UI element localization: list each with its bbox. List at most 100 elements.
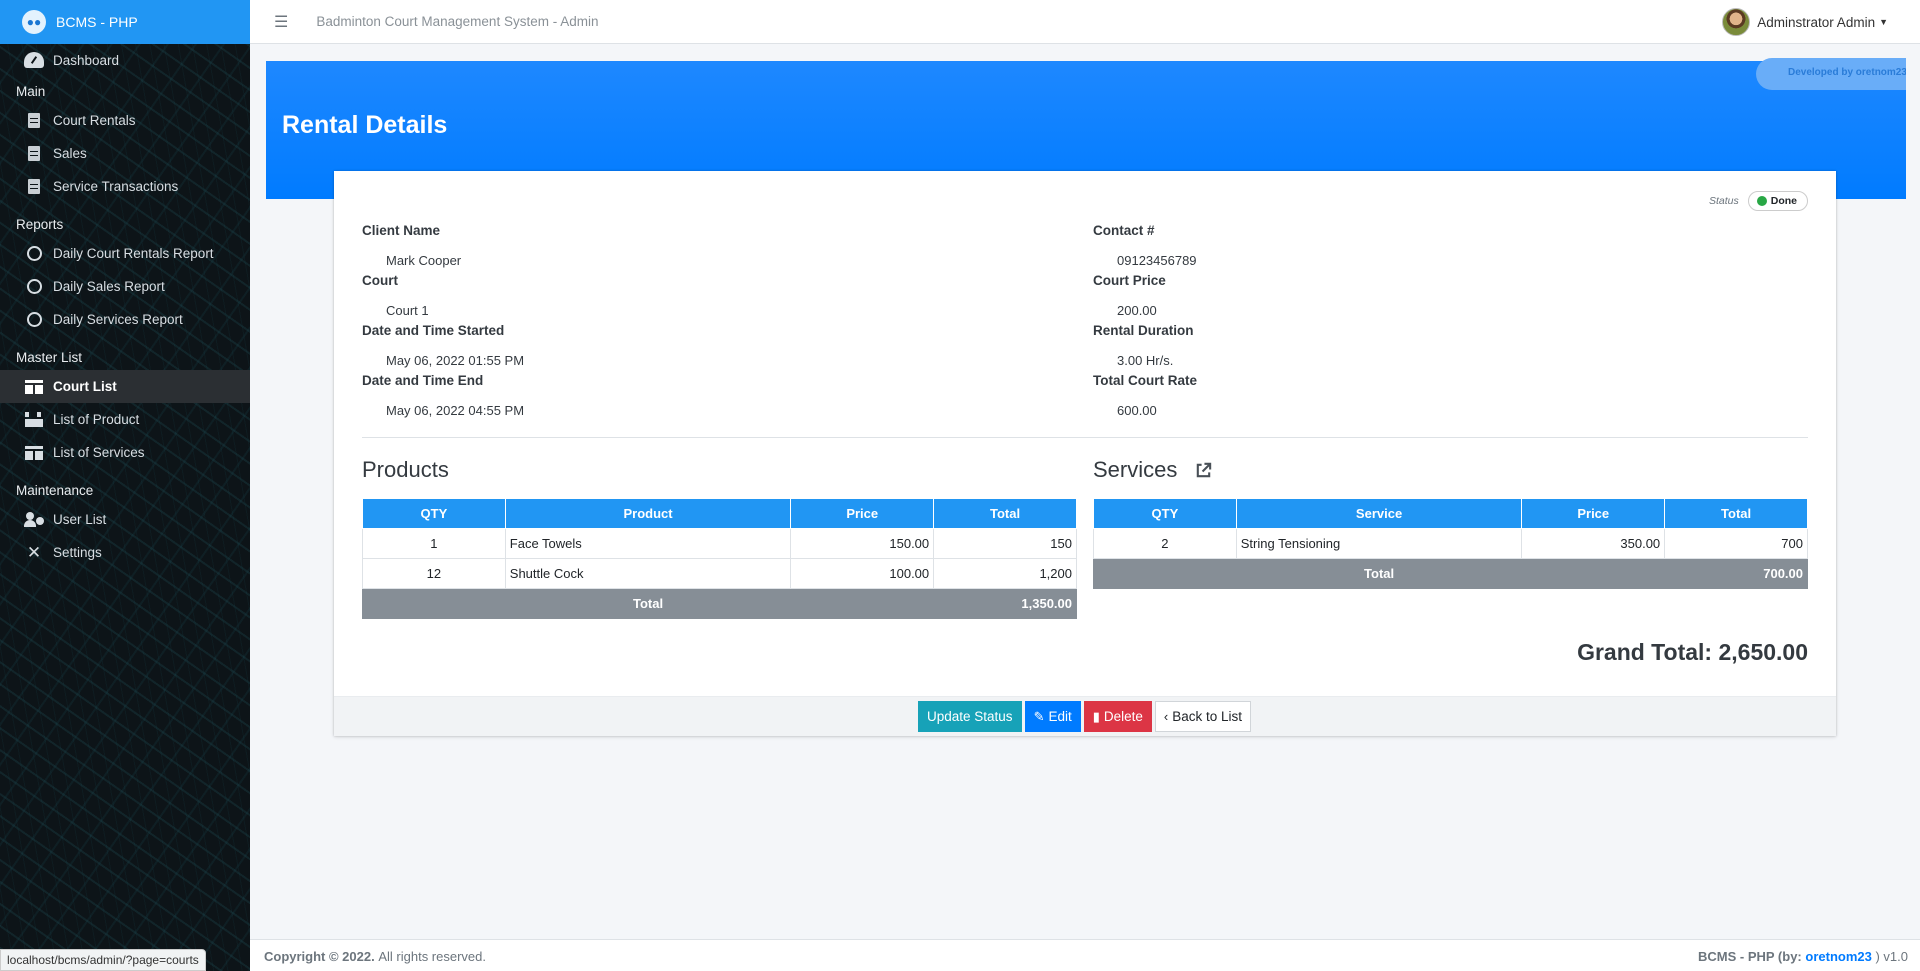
price-cell: 100.00 — [790, 558, 935, 589]
sidebar-item-list-of-product[interactable]: List of Product — [0, 403, 250, 436]
edit-label: Edit — [1048, 709, 1072, 724]
brand-logo-icon: ●● — [22, 10, 46, 34]
sidebar-item-label: Daily Court Rentals Report — [53, 246, 214, 261]
rights-text: All rights reserved. — [378, 949, 486, 964]
page-footer: Copyright © 2022. All rights reserved. B… — [250, 939, 1920, 971]
court-price-value: 200.00 — [1117, 303, 1157, 318]
total-cell: 700 — [1664, 528, 1808, 559]
column-header: Price — [790, 498, 935, 529]
brand-link[interactable]: ●● BCMS - PHP — [0, 0, 250, 44]
court-value: Court 1 — [386, 303, 429, 318]
column-header: Total — [933, 498, 1077, 529]
sidebar-item-court-list[interactable]: Court List — [0, 370, 250, 403]
version-info: BCMS - PHP (by: oretnom23 ) v1.0 — [1698, 949, 1908, 964]
copyright-text: Copyright © 2022. — [264, 949, 375, 964]
sidebar-item-label: Settings — [53, 545, 102, 560]
sidebar-item-daily-services-report[interactable]: Daily Services Report — [0, 303, 250, 336]
caret-down-icon: ▼ — [1879, 17, 1888, 27]
update-status-button[interactable]: Update Status — [918, 701, 1022, 732]
hamburger-menu-icon[interactable]: ☰ — [274, 12, 288, 32]
top-navbar: ☰ Badminton Court Management System - Ad… — [250, 0, 1920, 44]
price-cell: 350.00 — [1521, 528, 1666, 559]
sidebar-item-user-list[interactable]: User List — [0, 503, 250, 536]
th-large-icon — [24, 444, 44, 462]
table-total-row: Total 700.00 — [1092, 558, 1808, 589]
sidebar-item-court-rentals[interactable]: Court Rentals — [0, 104, 250, 137]
grand-total: Grand Total: 2,650.00 — [1577, 639, 1808, 665]
author-link[interactable]: oretnom23 — [1805, 949, 1871, 964]
price-cell: 150.00 — [790, 528, 935, 559]
file-text-icon — [24, 178, 44, 196]
sidebar-item-label: Sales — [53, 146, 87, 161]
edit-icon: ✎ — [1033, 708, 1045, 724]
sidebar-section-master-list: Master List — [16, 350, 83, 365]
circle-icon — [24, 245, 44, 263]
product-cell: Face Towels — [504, 528, 792, 559]
sidebar-item-list-of-services[interactable]: List of Services — [0, 436, 250, 469]
dashboard-gauge-icon — [24, 51, 44, 69]
card-footer: Update Status ✎ Edit ▮ Delete ‹ Back to … — [334, 696, 1836, 736]
total-label: Total — [361, 588, 935, 619]
table-row: 12 Shuttle Cock 100.00 1,200 — [362, 558, 1077, 589]
date-started-label: Date and Time Started — [362, 323, 505, 338]
products-table: QTY Product Price Total 1 Face Towels 15… — [361, 498, 1077, 619]
qty-cell: 2 — [1093, 528, 1237, 559]
users-cog-icon — [24, 511, 44, 529]
sidebar-item-daily-court-rentals-report[interactable]: Daily Court Rentals Report — [0, 237, 250, 270]
user-name: Adminstrator Admin — [1757, 14, 1876, 30]
court-label: Court — [362, 273, 398, 288]
total-court-rate-label: Total Court Rate — [1093, 373, 1197, 388]
sidebar-item-service-transactions[interactable]: Service Transactions — [0, 170, 250, 203]
column-header: Price — [1521, 498, 1666, 529]
table-header-row: QTY Service Price Total — [1093, 498, 1808, 529]
copyright: Copyright © 2022. All rights reserved. — [264, 949, 486, 964]
court-price-label: Court Price — [1093, 273, 1166, 288]
column-header: QTY — [362, 498, 506, 529]
back-label: Back to List — [1172, 709, 1243, 724]
services-title: Services — [1093, 457, 1178, 482]
product-cell: Shuttle Cock — [504, 558, 792, 589]
table-icon — [24, 378, 44, 396]
brand-name: BCMS - PHP — [56, 14, 138, 30]
browser-status-url: localhost/bcms/admin/?page=courts — [0, 949, 206, 971]
back-to-list-button[interactable]: ‹ Back to List — [1154, 701, 1252, 732]
external-link-icon[interactable] — [1194, 461, 1213, 483]
date-started-value: May 06, 2022 01:55 PM — [386, 353, 525, 368]
sidebar-item-sales[interactable]: Sales — [0, 137, 250, 170]
file-text-icon — [24, 112, 44, 130]
column-header: QTY — [1093, 498, 1237, 529]
system-title: Badminton Court Management System - Admi… — [316, 14, 599, 29]
sidebar-item-label: Service Transactions — [53, 179, 179, 194]
sidebar-item-dashboard[interactable]: Dashboard — [0, 44, 250, 76]
trash-icon: ▮ — [1092, 708, 1100, 724]
qty-cell: 12 — [362, 558, 506, 589]
version-prefix: BCMS - PHP (by: — [1698, 949, 1802, 964]
tools-icon: ✕ — [26, 543, 42, 562]
sidebar-item-label: Court Rentals — [53, 113, 136, 128]
sidebar-item-settings[interactable]: ✕ Settings — [0, 536, 250, 569]
divider — [362, 437, 1808, 438]
delete-button[interactable]: ▮ Delete — [1083, 701, 1152, 732]
rental-duration-label: Rental Duration — [1093, 323, 1194, 338]
total-label: Total — [1092, 558, 1666, 589]
qty-cell: 1 — [362, 528, 506, 559]
total-court-rate-value: 600.00 — [1117, 403, 1157, 418]
edit-button[interactable]: ✎ Edit — [1024, 701, 1081, 732]
table-total-row: Total 1,350.00 — [361, 588, 1077, 619]
circle-icon — [24, 278, 44, 296]
developer-badge[interactable]: Developed by oretnom23 — [1756, 58, 1906, 90]
status-dot-icon — [1756, 196, 1767, 206]
products-total-value: 1,350.00 — [933, 588, 1077, 619]
sidebar: ●● BCMS - PHP Dashboard Main Court Renta… — [0, 0, 250, 971]
sidebar-item-label: User List — [53, 512, 107, 527]
sidebar-nav: Dashboard Main Court Rentals Sales Servi… — [0, 44, 250, 569]
status-label: Status — [1708, 195, 1739, 207]
sidebar-item-daily-sales-report[interactable]: Daily Sales Report — [0, 270, 250, 303]
service-cell: String Tensioning — [1235, 528, 1523, 559]
delete-label: Delete — [1103, 709, 1143, 724]
services-table: QTY Service Price Total 2 String Tension… — [1092, 498, 1808, 589]
sidebar-item-label: List of Product — [53, 412, 140, 427]
date-end-label: Date and Time End — [362, 373, 484, 388]
user-menu-dropdown[interactable]: Adminstrator Admin ▼ — [1722, 8, 1888, 36]
avatar — [1722, 8, 1751, 36]
